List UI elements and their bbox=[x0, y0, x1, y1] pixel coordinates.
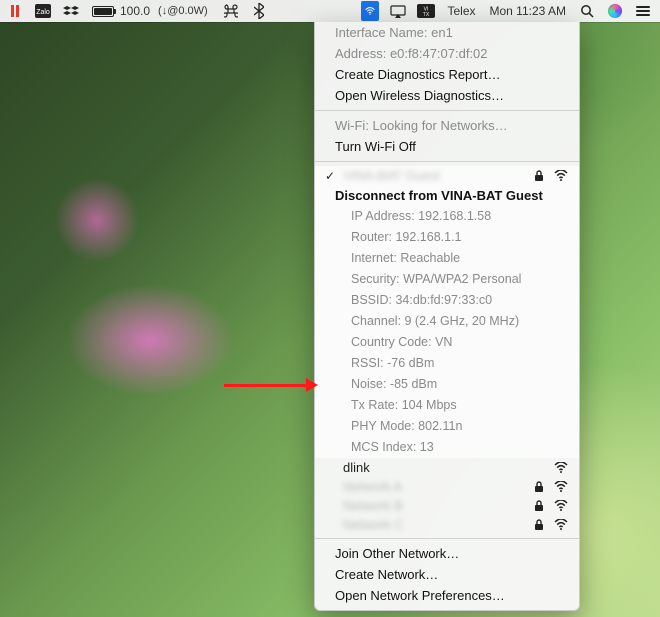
wifi-signal-icon bbox=[553, 500, 569, 511]
lock-icon bbox=[531, 519, 547, 531]
menubar-clock[interactable]: Mon 11:23 AM bbox=[488, 4, 569, 18]
wifi-dropdown-panel: Interface Name: en1 Address: e0:f8:47:07… bbox=[314, 22, 580, 611]
network-row-hidden[interactable]: Network B bbox=[315, 496, 579, 515]
desktop-background: Zalo 100.0 (↓@0.0W) bbox=[0, 0, 660, 617]
airplay-icon[interactable] bbox=[389, 2, 407, 20]
annotation-arrow bbox=[224, 378, 318, 392]
create-network-item[interactable]: Create Network… bbox=[315, 564, 579, 585]
wifi-menubar-icon[interactable] bbox=[361, 1, 379, 21]
separator bbox=[315, 110, 579, 111]
network-row-dlink[interactable]: dlink bbox=[315, 458, 579, 477]
wifi-signal-icon bbox=[553, 519, 569, 530]
notification-center-icon[interactable] bbox=[634, 2, 652, 20]
network-row-hidden[interactable]: Network A bbox=[315, 477, 579, 496]
disconnect-item[interactable]: Disconnect from VINA-BAT Guest bbox=[315, 185, 579, 206]
detail-country: Country Code: VN bbox=[315, 332, 579, 353]
network-name: Network C bbox=[343, 517, 525, 532]
detail-txrate: Tx Rate: 104 Mbps bbox=[315, 395, 579, 416]
wifi-signal-icon bbox=[553, 170, 569, 181]
detail-security: Security: WPA/WPA2 Personal bbox=[315, 269, 579, 290]
separator bbox=[315, 538, 579, 539]
turn-wifi-off-item[interactable]: Turn Wi-Fi Off bbox=[315, 136, 579, 157]
pause-icon[interactable] bbox=[6, 2, 24, 20]
detail-internet: Internet: Reachable bbox=[315, 248, 579, 269]
battery-power: (↓@0.0W) bbox=[156, 5, 210, 17]
spotlight-icon[interactable] bbox=[578, 2, 596, 20]
checkmark-icon: ✓ bbox=[323, 169, 337, 183]
wifi-status-row: Wi-Fi: Looking for Networks… bbox=[315, 115, 579, 136]
dropbox-icon[interactable] bbox=[62, 2, 80, 20]
network-name: dlink bbox=[343, 460, 525, 475]
detail-bssid: BSSID: 34:db:fd:97:33:c0 bbox=[315, 290, 579, 311]
lock-icon bbox=[531, 481, 547, 493]
mac-address-row: Address: e0:f8:47:07:df:02 bbox=[315, 43, 579, 64]
join-other-network-item[interactable]: Join Other Network… bbox=[315, 543, 579, 564]
detail-rssi: RSSI: -76 dBm bbox=[315, 353, 579, 374]
network-row-hidden[interactable]: Network C bbox=[315, 515, 579, 534]
interface-name-row: Interface Name: en1 bbox=[315, 22, 579, 43]
lock-icon bbox=[531, 500, 547, 512]
open-network-preferences-item[interactable]: Open Network Preferences… bbox=[315, 585, 579, 606]
detail-mcs: MCS Index: 13 bbox=[315, 437, 579, 458]
detail-router: Router: 192.168.1.1 bbox=[315, 227, 579, 248]
separator bbox=[315, 161, 579, 162]
detail-noise: Noise: -85 dBm bbox=[315, 374, 579, 395]
zalo-icon[interactable]: Zalo bbox=[34, 2, 52, 20]
command-icon[interactable] bbox=[222, 2, 240, 20]
lock-icon bbox=[531, 170, 547, 182]
detail-channel: Channel: 9 (2.4 GHz, 20 MHz) bbox=[315, 311, 579, 332]
wifi-signal-icon bbox=[553, 462, 569, 473]
open-wireless-diagnostics-item[interactable]: Open Wireless Diagnostics… bbox=[315, 85, 579, 106]
network-name: Network A bbox=[343, 479, 525, 494]
bluetooth-icon[interactable] bbox=[250, 2, 268, 20]
wifi-signal-icon bbox=[553, 481, 569, 492]
svg-text:TX: TX bbox=[423, 12, 430, 18]
detail-ip: IP Address: 192.168.1.58 bbox=[315, 206, 579, 227]
detail-phy: PHY Mode: 802.11n bbox=[315, 416, 579, 437]
network-name: Network B bbox=[343, 498, 525, 513]
current-network-name: VINA-BAT Guest bbox=[343, 168, 525, 183]
create-diagnostics-item[interactable]: Create Diagnostics Report… bbox=[315, 64, 579, 85]
battery-status[interactable]: 100.0 (↓@0.0W) bbox=[90, 4, 212, 18]
siri-icon[interactable] bbox=[606, 2, 624, 20]
current-network-row[interactable]: ✓ VINA-BAT Guest bbox=[315, 166, 579, 185]
svg-text:Zalo: Zalo bbox=[36, 9, 50, 16]
input-source-icon[interactable]: VITX bbox=[417, 2, 435, 20]
menubar: Zalo 100.0 (↓@0.0W) bbox=[0, 0, 660, 22]
battery-percent: 100.0 bbox=[118, 4, 152, 18]
battery-icon bbox=[92, 6, 114, 17]
current-network-block: ✓ VINA-BAT Guest Disconnect from VINA-BA… bbox=[315, 166, 579, 458]
input-source-label[interactable]: Telex bbox=[445, 4, 477, 18]
